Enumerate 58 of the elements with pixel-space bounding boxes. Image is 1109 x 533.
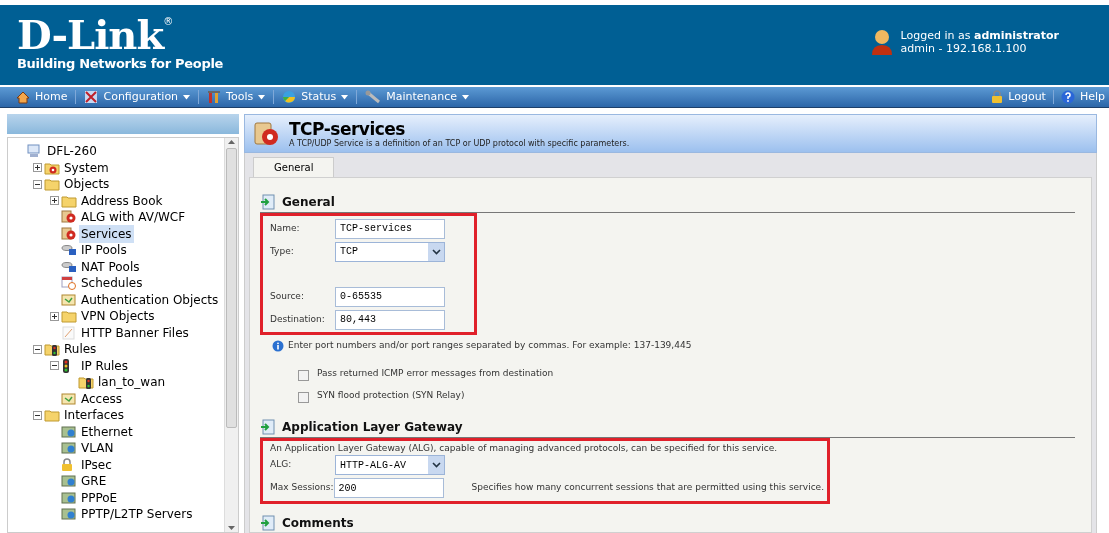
page-title: TCP-services bbox=[289, 118, 406, 139]
input-field[interactable]: 200 bbox=[333, 478, 444, 498]
hint-text: Specifies how many concurrent sessions that are permitted using this service. bbox=[471, 481, 824, 495]
tree-item[interactable]: Schedules bbox=[79, 274, 145, 293]
section-heading: General bbox=[282, 194, 335, 211]
checkbox-label: SYN flood protection (SYN Relay) bbox=[317, 388, 465, 402]
tree-item[interactable]: Ethernet bbox=[79, 422, 135, 441]
tab[interactable]: General bbox=[253, 157, 335, 177]
field-label: Type: bbox=[270, 244, 295, 258]
section-heading: Comments bbox=[282, 514, 354, 532]
tree-item[interactable]: HTTP Banner Files bbox=[79, 323, 191, 342]
field-label: Max Sessions: bbox=[270, 481, 334, 495]
input-field[interactable]: TCP-services bbox=[335, 218, 445, 239]
tree-item[interactable]: ALG with AV/WCF bbox=[79, 208, 188, 227]
tagline: Building Networks for People bbox=[17, 56, 224, 72]
tree-item[interactable]: PPPoE bbox=[79, 488, 120, 507]
login-detail: admin - 192.168.1.100 bbox=[900, 42, 1028, 55]
menu-item[interactable]: Maintenance bbox=[365, 88, 470, 106]
field-label: Name: bbox=[270, 221, 301, 235]
dropdown[interactable]: HTTP-ALG-AV bbox=[335, 455, 445, 475]
tree-item[interactable]: Authentication Objects bbox=[79, 290, 221, 309]
menu-item[interactable]: Status bbox=[282, 88, 349, 106]
tree-item[interactable]: VPN Objects bbox=[79, 307, 157, 326]
section-description: An Application Layer Gateway (ALG), capable of managing advanced protocols, can be specified for this service. bbox=[270, 441, 779, 454]
tree-item[interactable]: IP Pools bbox=[79, 241, 129, 260]
menu-item[interactable]: Logout bbox=[991, 88, 1046, 106]
tree-item[interactable]: lan_to_wan bbox=[96, 373, 168, 392]
tree-item[interactable]: GRE bbox=[79, 472, 109, 491]
logo: D-Link bbox=[17, 14, 164, 56]
field-label: ALG: bbox=[270, 458, 293, 472]
menu-item[interactable]: Home bbox=[16, 88, 68, 106]
field-label: Source: bbox=[270, 289, 305, 303]
dropdown[interactable]: TCP bbox=[335, 241, 445, 262]
tree-item[interactable]: Address Book bbox=[79, 191, 165, 210]
input-field[interactable]: 0-65535 bbox=[335, 286, 445, 307]
tree-item[interactable]: PPTP/L2TP Servers bbox=[79, 505, 195, 524]
section-heading: Application Layer Gateway bbox=[282, 418, 463, 436]
input-field[interactable]: 80,443 bbox=[335, 309, 445, 330]
tree-item[interactable]: Access bbox=[79, 389, 125, 408]
tree-item[interactable]: IP Rules bbox=[79, 356, 130, 375]
tree-item[interactable]: Rules bbox=[62, 340, 99, 359]
login-status: Logged in as administrator bbox=[900, 29, 1059, 42]
tree-item[interactable]: Interfaces bbox=[62, 406, 126, 425]
checkbox-label: Pass returned ICMP error messages from destination bbox=[317, 366, 554, 380]
tree-item[interactable]: DFL-260 bbox=[45, 142, 99, 161]
tree-item[interactable]: Objects bbox=[62, 175, 112, 194]
tree-item[interactable]: System bbox=[62, 158, 111, 177]
info-text: Enter port numbers and/or port ranges separated by commas. For example: 137-139,445 bbox=[288, 339, 692, 352]
menu-item[interactable]: Configuration bbox=[84, 88, 191, 106]
registered-mark: ® bbox=[163, 15, 174, 27]
page-description: A TCP/UDP Service is a definition of an TCP or UDP protocol with specific parameters. bbox=[289, 138, 630, 149]
field-label: Destination: bbox=[270, 312, 326, 326]
tree-item[interactable]: Services bbox=[79, 224, 134, 243]
menu-item[interactable]: Tools bbox=[207, 88, 266, 106]
tree-item[interactable]: IPsec bbox=[79, 455, 114, 474]
tree-item[interactable]: NAT Pools bbox=[79, 257, 142, 276]
menu-item[interactable]: Help bbox=[1060, 88, 1105, 106]
tree-item[interactable]: VLAN bbox=[79, 439, 116, 458]
